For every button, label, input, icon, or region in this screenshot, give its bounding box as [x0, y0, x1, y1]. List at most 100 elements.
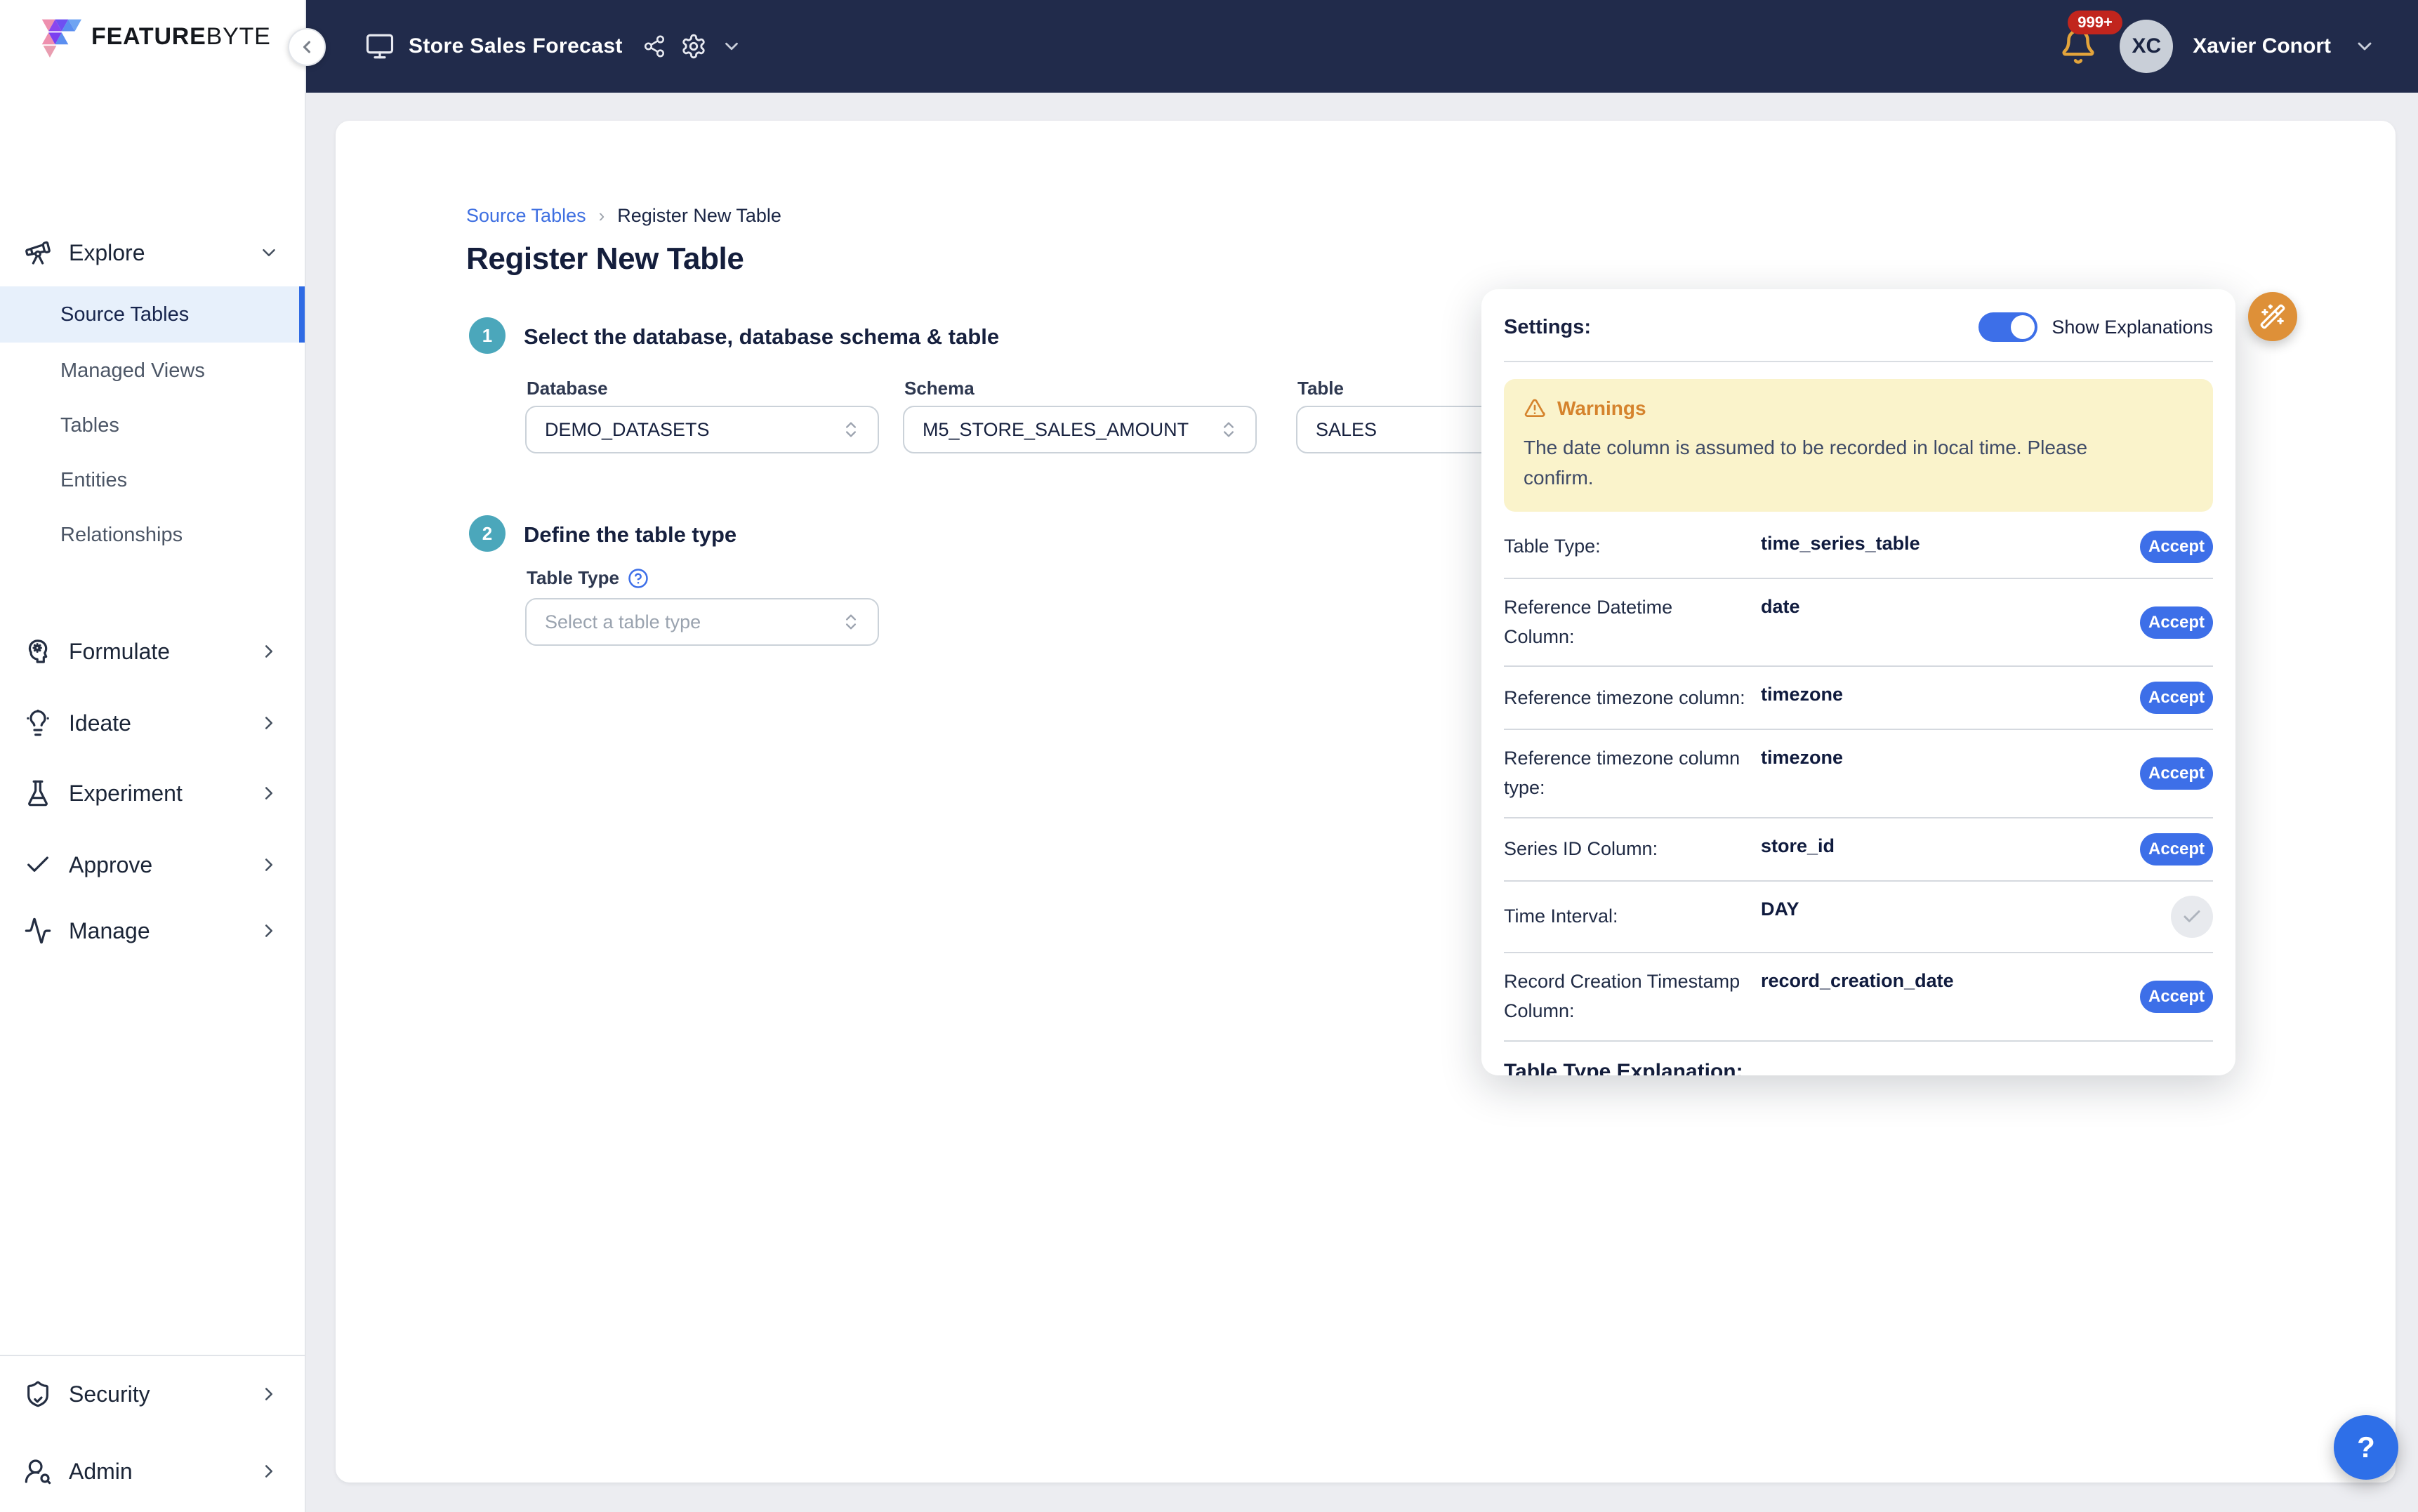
- settings-panel-header: Settings: Show Explanations: [1504, 309, 2213, 345]
- sidebar-item-managed-views[interactable]: Managed Views: [0, 343, 305, 399]
- settings-row-reference-timezone-column-type: Reference timezone column type: timezone…: [1504, 730, 2213, 818]
- panel-divider: [1504, 361, 2213, 362]
- settings-row-reference-timezone-column: Reference timezone column: timezone Acce…: [1504, 667, 2213, 730]
- user-menu-chevron-icon[interactable]: [2353, 35, 2376, 58]
- sidebar-item-label: Manage: [69, 918, 150, 944]
- warning-title: Warnings: [1557, 397, 1646, 420]
- help-circle-icon[interactable]: [628, 568, 649, 589]
- breadcrumb-source-tables-link[interactable]: Source Tables: [466, 205, 586, 227]
- show-explanations-label: Show Explanations: [2052, 317, 2213, 338]
- chevron-right-icon: [258, 1461, 279, 1482]
- setting-label: Series ID Column:: [1504, 835, 1761, 864]
- table-type-explanation-heading: Table Type Explanation:: [1504, 1060, 2213, 1075]
- accept-button[interactable]: Accept: [2140, 757, 2213, 790]
- setting-value: record_creation_date: [1761, 970, 2132, 992]
- database-select[interactable]: DEMO_DATASETS: [525, 406, 879, 453]
- setting-value: DAY: [1761, 898, 2132, 920]
- sidebar-item-source-tables[interactable]: Source Tables: [0, 286, 305, 343]
- sidebar-item-label: Managed Views: [60, 359, 205, 383]
- sidebar-item-tables[interactable]: Tables: [0, 397, 305, 453]
- warning-title-row: Warnings: [1524, 397, 2193, 420]
- workspace-menu-chevron-icon[interactable]: [721, 36, 742, 57]
- table-type-placeholder: Select a table type: [545, 611, 701, 633]
- sidebar-item-entities[interactable]: Entities: [0, 452, 305, 508]
- step-2-badge: 2: [469, 515, 506, 552]
- chevron-right-icon: [258, 1384, 279, 1405]
- user-name: Xavier Conort: [2193, 34, 2331, 58]
- toggle-knob: [2011, 315, 2035, 339]
- collapse-sidebar-button[interactable]: [288, 28, 326, 66]
- workspace-title: Store Sales Forecast: [409, 34, 623, 58]
- magic-wand-button[interactable]: [2248, 292, 2297, 341]
- accept-button[interactable]: Accept: [2140, 682, 2213, 714]
- warning-box: Warnings The date column is assumed to b…: [1504, 379, 2213, 512]
- database-select-value: DEMO_DATASETS: [545, 419, 710, 441]
- settings-row-record-creation-timestamp-column: Record Creation Timestamp Column: record…: [1504, 953, 2213, 1042]
- accept-button[interactable]: Accept: [2140, 606, 2213, 639]
- sidebar-item-explore[interactable]: Explore: [0, 225, 305, 281]
- sidebar-item-label: Entities: [60, 469, 127, 492]
- setting-value: store_id: [1761, 835, 2132, 857]
- breadcrumb-current: Register New Table: [617, 205, 781, 227]
- sidebar-item-manage[interactable]: Manage: [0, 903, 305, 959]
- setting-label: Reference Datetime Column:: [1504, 593, 1761, 652]
- top-bar: Store Sales Forecast 999+ XC Xavier Cono…: [306, 0, 2418, 93]
- setting-value: date: [1761, 596, 2132, 618]
- accept-button[interactable]: Accept: [2140, 531, 2213, 563]
- featurebyte-app: Store Sales Forecast 999+ XC Xavier Cono…: [0, 0, 2418, 1512]
- sidebar-item-security[interactable]: Security: [0, 1366, 305, 1422]
- table-type-select[interactable]: Select a table type: [525, 598, 879, 646]
- question-mark-icon: ?: [2357, 1431, 2375, 1464]
- step-1-title: Select the database, database schema & t…: [524, 324, 999, 350]
- check-icon: [2181, 906, 2202, 927]
- sidebar-item-label: Approve: [69, 852, 152, 878]
- sidebar-item-approve[interactable]: Approve: [0, 837, 305, 893]
- sidebar: FEATUREBYTE Explore Source Tables Manage…: [0, 0, 306, 1512]
- sidebar-item-label: Admin: [69, 1459, 133, 1485]
- sidebar-item-relationships[interactable]: Relationships: [0, 507, 305, 563]
- sidebar-item-label: Security: [69, 1381, 150, 1407]
- magic-wand-icon: [2259, 303, 2286, 330]
- sidebar-item-formulate[interactable]: Formulate: [0, 623, 305, 679]
- chevrons-up-down-icon: [841, 612, 861, 632]
- chevron-right-icon: [258, 641, 279, 662]
- settings-row-reference-datetime-column: Reference Datetime Column: date Accept: [1504, 579, 2213, 668]
- help-button[interactable]: ?: [2334, 1415, 2398, 1480]
- show-explanations-toggle[interactable]: [1978, 312, 2037, 342]
- settings-title: Settings:: [1504, 316, 1591, 339]
- featurebyte-logo-mark-icon: [39, 15, 81, 58]
- page-title: Register New Table: [466, 241, 744, 277]
- accept-button[interactable]: Accept: [2140, 833, 2213, 866]
- breadcrumb: Source Tables › Register New Table: [466, 205, 781, 227]
- chevron-right-icon: [258, 854, 279, 875]
- database-label: Database: [527, 378, 608, 399]
- step-1-badge: 1: [469, 317, 506, 354]
- featurebyte-wordmark: FEATUREBYTE: [91, 23, 271, 51]
- monitor-icon: [365, 32, 395, 61]
- table-select-value: SALES: [1316, 419, 1377, 441]
- settings-row-time-interval: Time Interval: DAY: [1504, 882, 2213, 953]
- sidebar-item-label: Ideate: [69, 710, 131, 736]
- settings-rows: Table Type: time_series_table Accept Ref…: [1504, 516, 2213, 1042]
- chevron-right-icon: [258, 920, 279, 941]
- setting-value: timezone: [1761, 684, 2132, 705]
- check-icon: [24, 851, 52, 879]
- sidebar-item-admin[interactable]: Admin: [0, 1443, 305, 1499]
- accepted-check-button[interactable]: [2171, 896, 2213, 938]
- sidebar-item-label: Explore: [69, 240, 145, 266]
- gear-icon[interactable]: [680, 33, 707, 60]
- shield-check-icon: [24, 1380, 52, 1408]
- sidebar-item-label: Relationships: [60, 524, 183, 547]
- avatar[interactable]: XC: [2120, 20, 2173, 73]
- setting-label: Reference timezone column:: [1504, 684, 1761, 713]
- table-type-label: Table Type: [527, 567, 649, 589]
- accept-button[interactable]: Accept: [2140, 981, 2213, 1013]
- notifications-button[interactable]: 999+: [2059, 27, 2097, 65]
- sidebar-item-ideate[interactable]: Ideate: [0, 695, 305, 751]
- schema-label: Schema: [904, 378, 975, 399]
- schema-select[interactable]: M5_STORE_SALES_AMOUNT: [903, 406, 1257, 453]
- sidebar-item-experiment[interactable]: Experiment: [0, 765, 305, 821]
- breadcrumb-separator: ›: [599, 205, 605, 227]
- flask-icon: [24, 779, 52, 807]
- share-icon[interactable]: [642, 34, 666, 58]
